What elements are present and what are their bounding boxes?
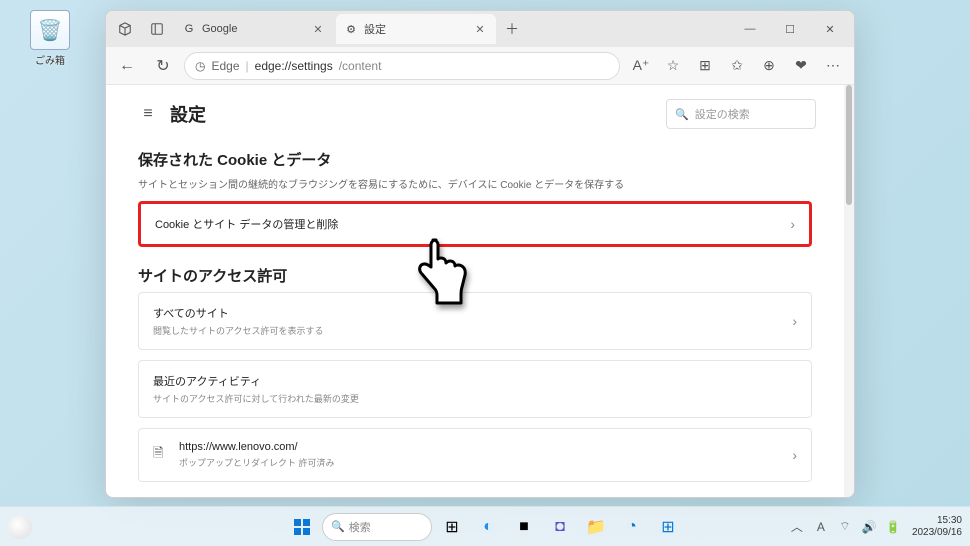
url-field[interactable]: ◷ Edge | edge://settings/content: [184, 52, 620, 80]
collections-button[interactable]: ⊕: [754, 52, 784, 80]
permissions-heading: サイトのアクセス許可: [138, 265, 812, 286]
menu-button[interactable]: ⋯: [818, 52, 848, 80]
tab-settings-title: 設定: [364, 21, 386, 37]
document-icon: 🗎: [153, 444, 169, 466]
chat-button[interactable]: ◐: [472, 511, 504, 543]
taskbar-left: [8, 515, 32, 539]
manage-cookies-card[interactable]: Cookie とサイト データの管理と削除 ›: [138, 201, 812, 247]
ime-indicator[interactable]: A: [812, 520, 830, 534]
settings-favicon-icon: ⚙: [344, 22, 358, 36]
url-separator: |: [246, 59, 249, 73]
nav-back[interactable]: ←: [112, 51, 142, 81]
window-maximize[interactable]: ☐: [770, 14, 810, 44]
cookies-heading: 保存された Cookie とデータ: [138, 149, 812, 170]
tab-google-title: Google: [202, 23, 237, 35]
page-title: 設定: [170, 101, 206, 127]
google-favicon-icon: G: [182, 22, 196, 36]
site-permission-sub: ポップアップとリダイレクト 許可済み: [179, 456, 782, 469]
tab-settings-close[interactable]: ✕: [472, 21, 488, 37]
toolbar-icons: A⁺ ☆ ⊞ ✩ ⊕ ❤ ⋯: [626, 52, 848, 80]
settings-search[interactable]: 🔍 設定の検索: [666, 99, 816, 129]
chevron-right-icon: ›: [792, 313, 797, 329]
address-bar: ← ↻ ◷ Edge | edge://settings/content A⁺ …: [106, 47, 854, 85]
taskbar-clock[interactable]: 15:30 2023/09/16: [912, 515, 962, 539]
teams-button[interactable]: ◘: [544, 511, 576, 543]
tab-google-close[interactable]: ✕: [310, 21, 326, 37]
tabbar: G Google ✕ ⚙ 設定 ✕ ＋ — ☐ ✕: [106, 11, 854, 47]
clock-date: 2023/09/16: [912, 527, 962, 539]
store-button[interactable]: ⊞: [652, 511, 684, 543]
tray-chevron-icon[interactable]: ︿: [788, 518, 806, 535]
edge-taskbar-button[interactable]: ◔: [616, 511, 648, 543]
recent-activity-sub: サイトのアクセス許可に対して行われた最新の変更: [153, 392, 797, 405]
recent-activity-title: 最近のアクティビティ: [153, 373, 797, 389]
volume-icon[interactable]: 🔊: [860, 520, 878, 534]
chevron-right-icon: ›: [792, 447, 797, 463]
site-row-lenovo[interactable]: 🗎 https://www.lenovo.com/ ポップアップとリダイレクト …: [138, 428, 812, 482]
chevron-right-icon: ›: [790, 216, 795, 232]
settings-header: ≡ 設定 🔍 設定の検索: [134, 99, 816, 129]
recent-activity-card: 最近のアクティビティ サイトのアクセス許可に対して行われた最新の変更: [138, 360, 812, 418]
recycle-bin-icon: 🗑️: [30, 10, 70, 50]
taskbar-center: 🔍 検索 ⊞ ◐ ■ ◘ 📁 ◔ ⊞: [286, 511, 684, 543]
clock-time: 15:30: [912, 515, 962, 527]
search-icon: 🔍: [675, 108, 689, 121]
window-minimize[interactable]: —: [730, 14, 770, 44]
settings-search-placeholder: 設定の検索: [695, 106, 750, 122]
all-sites-sub: 閲覧したサイトのアクセス許可を表示する: [153, 324, 782, 337]
section-permissions: サイトのアクセス許可 すべてのサイト 閲覧したサイトのアクセス許可を表示する ›…: [138, 265, 812, 482]
browser-window: G Google ✕ ⚙ 設定 ✕ ＋ — ☐ ✕ ← ↻ ◷ Edge | e…: [105, 10, 855, 498]
battery-icon[interactable]: 🔋: [884, 520, 902, 534]
recycle-bin-label: ごみ箱: [25, 52, 75, 67]
settings-content: ≡ 設定 🔍 設定の検索 保存された Cookie とデータ サイトとセッション…: [106, 85, 844, 497]
taskbar-right: ︿ A ⌔ 🔊 🔋 15:30 2023/09/16: [788, 515, 962, 539]
tab-actions-button[interactable]: [110, 14, 140, 44]
scrollbar-thumb[interactable]: [846, 85, 852, 205]
nav-refresh[interactable]: ↻: [148, 51, 178, 81]
window-controls: — ☐ ✕: [730, 14, 850, 44]
extensions-button[interactable]: ⊞: [690, 52, 720, 80]
settings-menu-button[interactable]: ≡: [134, 100, 162, 128]
browser-essentials-button[interactable]: ❤: [786, 52, 816, 80]
panel-icon: [150, 22, 164, 36]
search-icon: 🔍: [331, 520, 345, 533]
all-sites-title: すべてのサイト: [153, 305, 782, 321]
tab-settings[interactable]: ⚙ 設定 ✕: [336, 14, 496, 44]
cube-icon: [118, 22, 132, 36]
section-cookies: 保存された Cookie とデータ サイトとセッション間の継続的なブラウジングを…: [138, 149, 812, 247]
task-view-button[interactable]: ⊞: [436, 511, 468, 543]
taskbar-search[interactable]: 🔍 検索: [322, 513, 432, 541]
taskbar-search-placeholder: 検索: [349, 519, 371, 535]
site-url: https://www.lenovo.com/: [179, 441, 782, 453]
manage-cookies-title: Cookie とサイト データの管理と削除: [155, 216, 780, 232]
window-close[interactable]: ✕: [810, 14, 850, 44]
scrollbar[interactable]: [844, 85, 854, 497]
tab-google[interactable]: G Google ✕: [174, 14, 334, 44]
favorites-bar-button[interactable]: ✩: [722, 52, 752, 80]
edge-icon: ◷: [195, 59, 205, 73]
cookies-desc: サイトとセッション間の継続的なブラウジングを容易にするために、デバイスに Coo…: [138, 176, 812, 191]
app-icon-1[interactable]: ■: [508, 511, 540, 543]
weather-widget[interactable]: [8, 515, 32, 539]
vertical-tabs-button[interactable]: [142, 14, 172, 44]
all-sites-card[interactable]: すべてのサイト 閲覧したサイトのアクセス許可を表示する ›: [138, 292, 812, 350]
file-explorer-button[interactable]: 📁: [580, 511, 612, 543]
url-edge-label: Edge: [211, 59, 239, 73]
read-aloud-button[interactable]: A⁺: [626, 52, 656, 80]
new-tab-button[interactable]: ＋: [498, 15, 526, 43]
url-host: edge://settings: [255, 59, 333, 73]
wifi-icon[interactable]: ⌔: [836, 519, 854, 534]
content-wrap: ≡ 設定 🔍 設定の検索 保存された Cookie とデータ サイトとセッション…: [106, 85, 854, 497]
start-button[interactable]: [286, 511, 318, 543]
windows-icon: [293, 518, 311, 536]
taskbar: 🔍 検索 ⊞ ◐ ■ ◘ 📁 ◔ ⊞ ︿ A ⌔ 🔊 🔋 15:30 2023/…: [0, 506, 970, 546]
url-path: /content: [339, 59, 382, 73]
desktop-recycle-bin[interactable]: 🗑️ ごみ箱: [25, 10, 75, 67]
favorites-button[interactable]: ☆: [658, 52, 688, 80]
